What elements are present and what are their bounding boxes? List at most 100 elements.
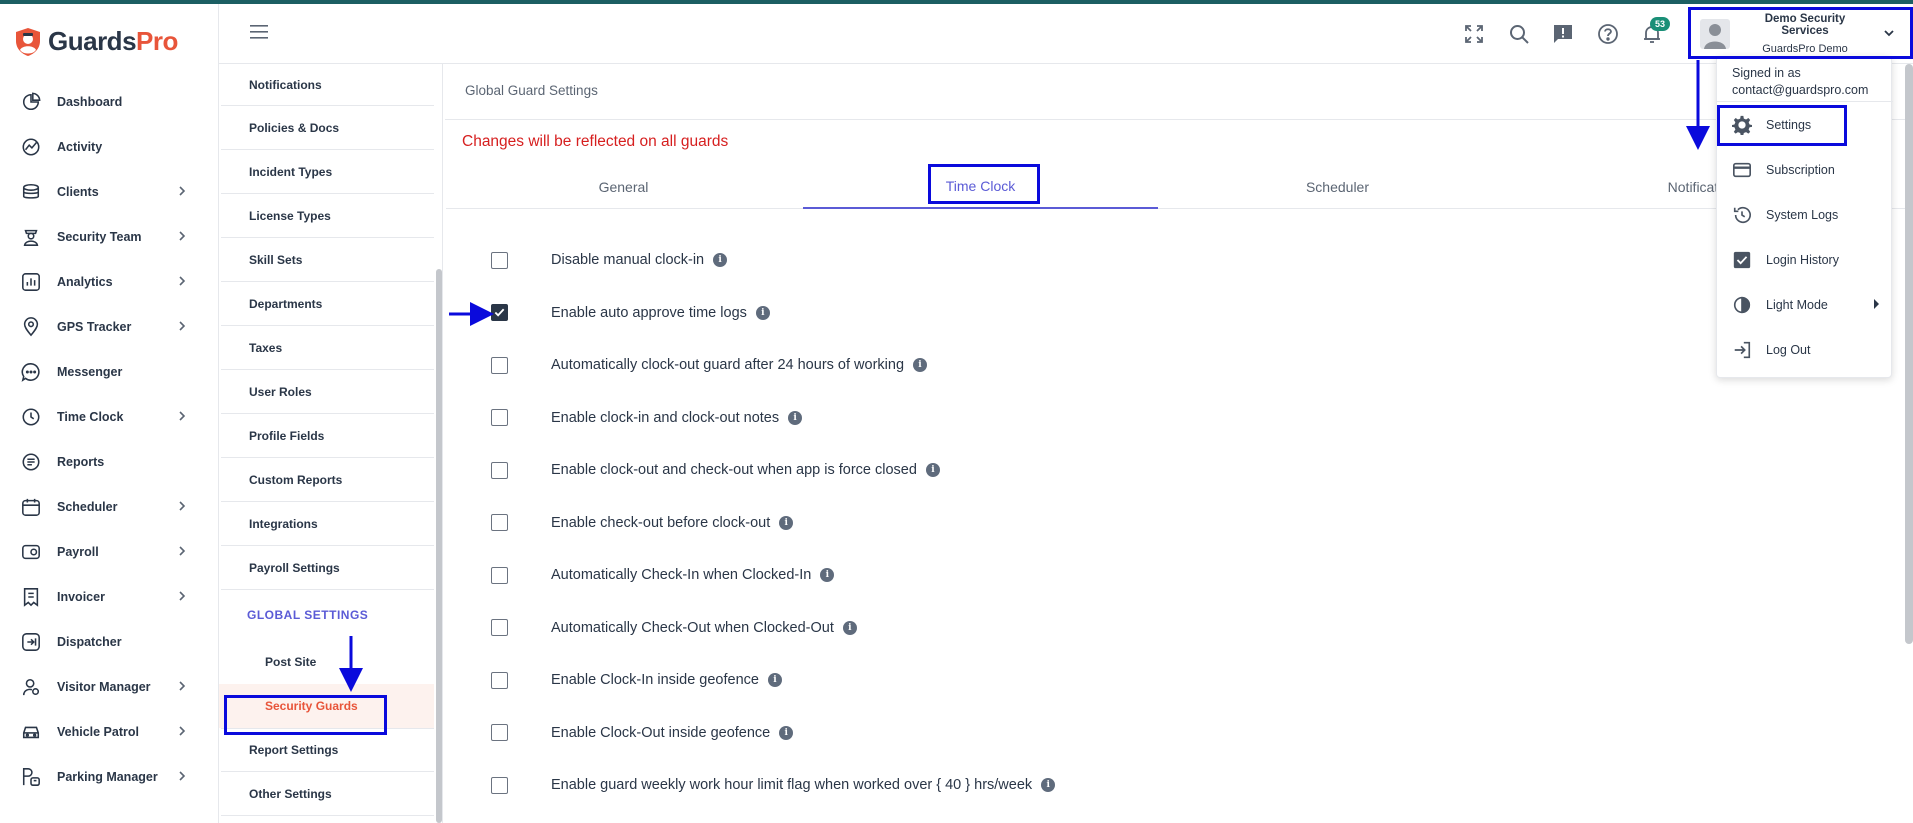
settings-menu-notifications[interactable]: Notifications [221, 64, 434, 106]
credit-card-icon [1732, 160, 1752, 180]
sidebar-item-parking-manager[interactable]: Parking Manager [0, 754, 219, 799]
app-logo[interactable]: GuardsPro [14, 26, 178, 57]
settings-menu-license-types[interactable]: License Types [221, 194, 434, 238]
sidebar-item-gps-tracker[interactable]: GPS Tracker [0, 304, 219, 349]
settings-menu-incident-types[interactable]: Incident Types [221, 150, 434, 194]
tab-scheduler[interactable]: Scheduler [1160, 165, 1515, 209]
sidebar-item-time-clock[interactable]: Time Clock [0, 394, 219, 439]
option-checkbox[interactable] [491, 251, 508, 269]
settings-menu-skill-sets[interactable]: Skill Sets [221, 238, 434, 282]
settings-menu-report-settings[interactable]: Report Settings [221, 728, 434, 772]
settings-menu-post-site[interactable]: Post Site [219, 640, 434, 684]
dropdown-item-log-out[interactable]: Log Out [1717, 327, 1893, 372]
info-icon[interactable]: i [913, 358, 928, 373]
sidebar-item-reports[interactable]: Reports [0, 439, 219, 484]
info-icon[interactable]: i [842, 620, 857, 635]
chevron-right-icon [179, 186, 186, 196]
fullscreen-icon[interactable] [1463, 23, 1485, 45]
sidebar-item-label: Security Team [57, 229, 142, 244]
parking-icon [20, 766, 42, 788]
option-checkbox[interactable] [491, 671, 508, 689]
info-icon[interactable]: i [779, 515, 794, 530]
settings-menu-departments[interactable]: Departments [221, 282, 434, 326]
option-checkbox[interactable] [491, 514, 508, 532]
settings-menu-security-guards[interactable]: Security Guards [219, 684, 434, 728]
info-icon[interactable]: i [925, 463, 940, 478]
info-icon[interactable]: i [767, 673, 782, 688]
option-row[interactable]: Automatically Check-In when Clocked-In i [491, 549, 1055, 602]
dropdown-item-label: Log Out [1766, 342, 1811, 357]
dropdown-item-subscription[interactable]: Subscription [1717, 147, 1893, 192]
settings-menu-taxes[interactable]: Taxes [221, 326, 434, 370]
logout-icon [1732, 340, 1752, 360]
sidebar-item-invoicer[interactable]: Invoicer [0, 574, 219, 619]
option-row[interactable]: Automatically clock-out guard after 24 h… [491, 339, 1055, 392]
settings-menu-policies-and-docs[interactable]: Policies & Docs [221, 106, 434, 150]
global-settings-heading: GLOBAL SETTINGS [247, 608, 369, 622]
option-row[interactable]: Automatically Check-Out when Clocked-Out… [491, 602, 1055, 655]
option-row[interactable]: Enable check-out before clock-out i [491, 497, 1055, 550]
sidebar-item-messenger[interactable]: Messenger [0, 349, 219, 394]
option-row[interactable]: Enable Clock-Out inside geofence i [491, 707, 1055, 760]
info-icon[interactable]: i [713, 253, 728, 268]
dispatch-icon [20, 631, 42, 653]
option-row[interactable]: Enable auto approve time logs i [491, 287, 1055, 340]
dropdown-item-login-history[interactable]: Login History [1717, 237, 1893, 282]
tab-time-clock[interactable]: Time Clock [803, 165, 1158, 209]
sidebar-item-visitor-manager[interactable]: Visitor Manager [0, 664, 219, 709]
history-icon [1732, 205, 1752, 225]
sidebar-item-dashboard[interactable]: Dashboard [0, 79, 219, 124]
signed-in-email: contact@guardspro.com [1732, 83, 1869, 97]
info-icon[interactable]: i [820, 568, 835, 583]
settings-menu-payroll-settings[interactable]: Payroll Settings [221, 546, 434, 590]
user-menu-toggle[interactable]: Demo Security Services GuardsPro Demo [1688, 8, 1912, 60]
option-row[interactable]: Enable clock-in and clock-out notes i [491, 392, 1055, 445]
sidebar-item-dispatcher[interactable]: Dispatcher [0, 619, 219, 664]
info-icon[interactable]: i [788, 410, 803, 425]
sidebar-item-security-team[interactable]: Security Team [0, 214, 219, 259]
dropdown-item-settings[interactable]: Settings [1717, 102, 1893, 147]
feedback-icon[interactable] [1552, 23, 1574, 45]
option-checkbox[interactable] [491, 566, 508, 584]
info-icon[interactable]: i [779, 725, 794, 740]
sidebar-item-activity[interactable]: Activity [0, 124, 219, 169]
help-icon[interactable] [1597, 23, 1619, 45]
sidebar-item-label: Activity [57, 139, 103, 154]
settings-menu-other-settings[interactable]: Other Settings [221, 772, 434, 816]
option-checkbox[interactable] [491, 461, 508, 479]
option-checkbox[interactable] [491, 409, 508, 427]
settings-menu-user-roles[interactable]: User Roles [221, 370, 434, 414]
chevron-right-icon [179, 501, 186, 511]
option-row[interactable]: Enable clock-out and check-out when app … [491, 444, 1055, 497]
dropdown-item-light-mode[interactable]: Light Mode [1717, 282, 1893, 327]
option-checkbox[interactable] [491, 776, 508, 794]
option-label: Enable Clock-In inside geofence [551, 672, 759, 689]
sidebar-item-scheduler[interactable]: Scheduler [0, 484, 219, 529]
option-checkbox[interactable] [491, 304, 508, 322]
sidebar-item-label: Payroll [57, 544, 99, 559]
option-checkbox[interactable] [491, 724, 508, 742]
sidebar-item-clients[interactable]: Clients [0, 169, 219, 214]
settings-menu-integrations[interactable]: Integrations [221, 502, 434, 546]
option-checkbox[interactable] [491, 356, 508, 374]
submenu-scrollbar[interactable] [436, 269, 442, 823]
settings-menu-custom-reports[interactable]: Custom Reports [221, 458, 434, 502]
info-icon[interactable]: i [755, 305, 770, 320]
sidebar-item-vehicle-patrol[interactable]: Vehicle Patrol [0, 709, 219, 754]
search-icon[interactable] [1508, 23, 1530, 45]
page-scrollbar[interactable] [1905, 64, 1913, 644]
sidebar-item-label: Scheduler [57, 499, 118, 514]
option-checkbox[interactable] [491, 619, 508, 637]
hamburger-menu-icon[interactable] [250, 24, 270, 40]
settings-menu-profile-fields[interactable]: Profile Fields [221, 414, 434, 458]
chevron-right-icon [179, 276, 186, 286]
sidebar-item-analytics[interactable]: Analytics [0, 259, 219, 304]
info-icon[interactable]: i [1041, 778, 1056, 793]
tab-general[interactable]: General [446, 165, 801, 209]
dropdown-item-system-logs[interactable]: System Logs [1717, 192, 1893, 237]
option-row[interactable]: Enable guard weekly work hour limit flag… [491, 759, 1056, 812]
option-row[interactable]: Disable manual clock-in i [491, 234, 1055, 287]
option-label: Automatically Check-Out when Clocked-Out [551, 619, 834, 636]
sidebar-item-payroll[interactable]: Payroll [0, 529, 219, 574]
option-row[interactable]: Enable Clock-In inside geofence i [491, 654, 1055, 707]
